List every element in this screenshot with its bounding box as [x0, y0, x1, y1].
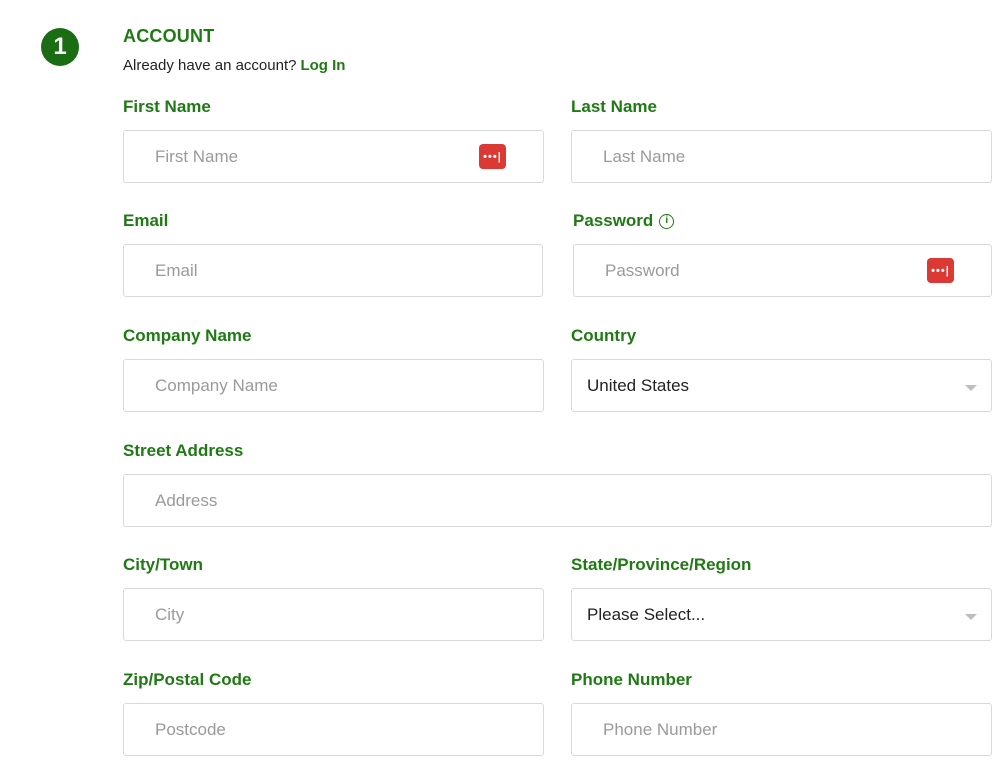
zip-input[interactable] — [124, 704, 543, 755]
first-name-label: First Name — [123, 97, 211, 117]
password-label-text: Password — [573, 211, 654, 230]
country-label-text: Country — [571, 326, 637, 345]
section-title: ACCOUNT — [123, 26, 215, 46]
last-name-field-wrapper — [571, 130, 992, 183]
login-prompt: Already have an account? Log In — [123, 57, 345, 74]
state-select[interactable]: Please Select... — [571, 588, 992, 641]
state-label-text: State/Province/Region — [571, 555, 752, 574]
email-field-wrapper — [123, 244, 543, 297]
street-address-field-wrapper — [123, 474, 992, 527]
city-field-wrapper — [123, 588, 544, 641]
street-address-input[interactable] — [124, 475, 991, 526]
last-name-label-text: Last Name — [571, 97, 657, 116]
street-address-label: Street Address — [123, 441, 243, 461]
street-address-label-text: Street Address — [123, 441, 244, 460]
city-label: City/Town — [123, 555, 203, 575]
last-name-label: Last Name — [571, 97, 657, 117]
phone-field-wrapper — [571, 703, 992, 756]
city-input[interactable] — [124, 589, 543, 640]
first-name-label-text: First Name — [123, 97, 211, 116]
zip-label: Zip/Postal Code — [123, 670, 251, 690]
company-name-input[interactable] — [124, 360, 543, 411]
email-label: Email — [123, 211, 168, 231]
zip-field-wrapper — [123, 703, 544, 756]
password-manager-icon[interactable]: •••| — [479, 144, 506, 169]
last-name-input[interactable] — [572, 131, 991, 182]
phone-input[interactable] — [572, 704, 991, 755]
state-selected-value: Please Select... — [587, 604, 706, 624]
password-label: Password i — [573, 211, 675, 231]
step-number-badge: 1 — [41, 28, 79, 66]
company-name-field-wrapper — [123, 359, 544, 412]
phone-label: Phone Number — [571, 670, 692, 690]
password-field-wrapper: •••| — [573, 244, 992, 297]
company-name-label-text: Company Name — [123, 326, 252, 345]
login-prompt-text: Already have an account? — [123, 57, 297, 74]
first-name-field-wrapper: •••| — [123, 130, 544, 183]
city-label-text: City/Town — [123, 555, 203, 574]
country-select[interactable]: United States — [571, 359, 992, 412]
chevron-down-icon — [965, 614, 977, 620]
email-input[interactable] — [124, 245, 542, 296]
state-label: State/Province/Region — [571, 555, 751, 575]
password-manager-icon[interactable]: •••| — [927, 258, 954, 283]
email-label-text: Email — [123, 211, 169, 230]
company-name-label: Company Name — [123, 326, 251, 346]
country-selected-value: United States — [587, 375, 690, 395]
phone-label-text: Phone Number — [571, 670, 692, 689]
login-link[interactable]: Log In — [300, 57, 345, 74]
info-icon[interactable]: i — [659, 213, 675, 229]
chevron-down-icon — [965, 385, 977, 391]
zip-label-text: Zip/Postal Code — [123, 670, 252, 689]
country-label: Country — [571, 326, 636, 346]
